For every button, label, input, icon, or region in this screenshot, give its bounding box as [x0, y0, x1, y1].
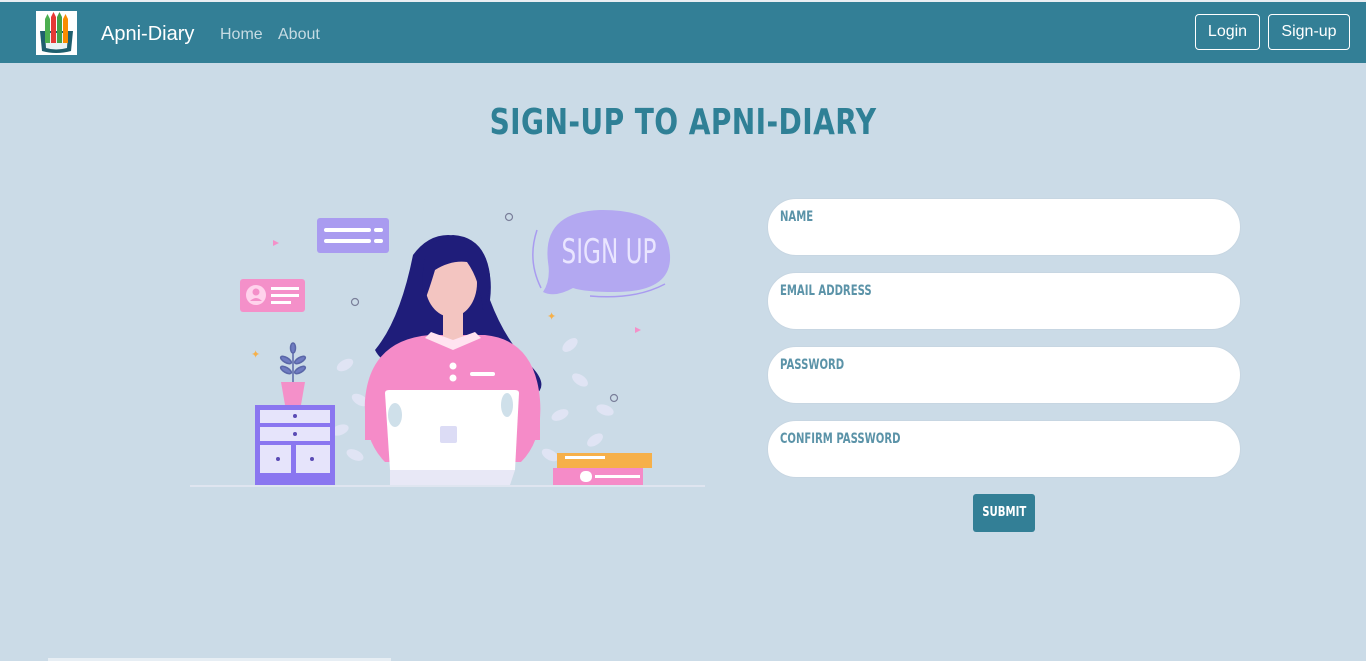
email-field[interactable]: EMAIL ADDRESS: [767, 272, 1241, 330]
brand-logo[interactable]: [36, 11, 77, 55]
nav-link-about[interactable]: About: [278, 25, 320, 45]
signup-illustration: ✦ ✦ SIGN UP: [185, 200, 710, 495]
confirm-password-field-label: CONFIRM PASSWORD: [780, 431, 901, 447]
email-field-label: EMAIL ADDRESS: [780, 283, 872, 299]
name-field-label: NAME: [780, 209, 814, 225]
signup-button[interactable]: Sign-up: [1268, 14, 1350, 50]
password-field[interactable]: PASSWORD: [767, 346, 1241, 404]
confirm-password-field[interactable]: CONFIRM PASSWORD: [767, 420, 1241, 478]
navbar: Apni-Diary Home About Login Sign-up: [0, 2, 1366, 63]
pencil-cup-logo-icon: [40, 12, 73, 53]
nav-link-home[interactable]: Home: [220, 25, 263, 45]
page-title: SIGN-UP TO APNI-DIARY: [489, 102, 877, 143]
svg-text:✦: ✦: [251, 348, 260, 361]
submit-button[interactable]: SUBMIT: [973, 494, 1035, 532]
brand-name[interactable]: Apni-Diary: [101, 22, 194, 46]
login-button[interactable]: Login: [1195, 14, 1260, 50]
submit-button-label: SUBMIT: [981, 505, 1027, 520]
sign-up-bubble-text: SIGN UP: [562, 231, 657, 271]
password-field-label: PASSWORD: [780, 357, 845, 373]
name-field[interactable]: NAME: [767, 198, 1241, 256]
svg-text:✦: ✦: [547, 310, 556, 323]
